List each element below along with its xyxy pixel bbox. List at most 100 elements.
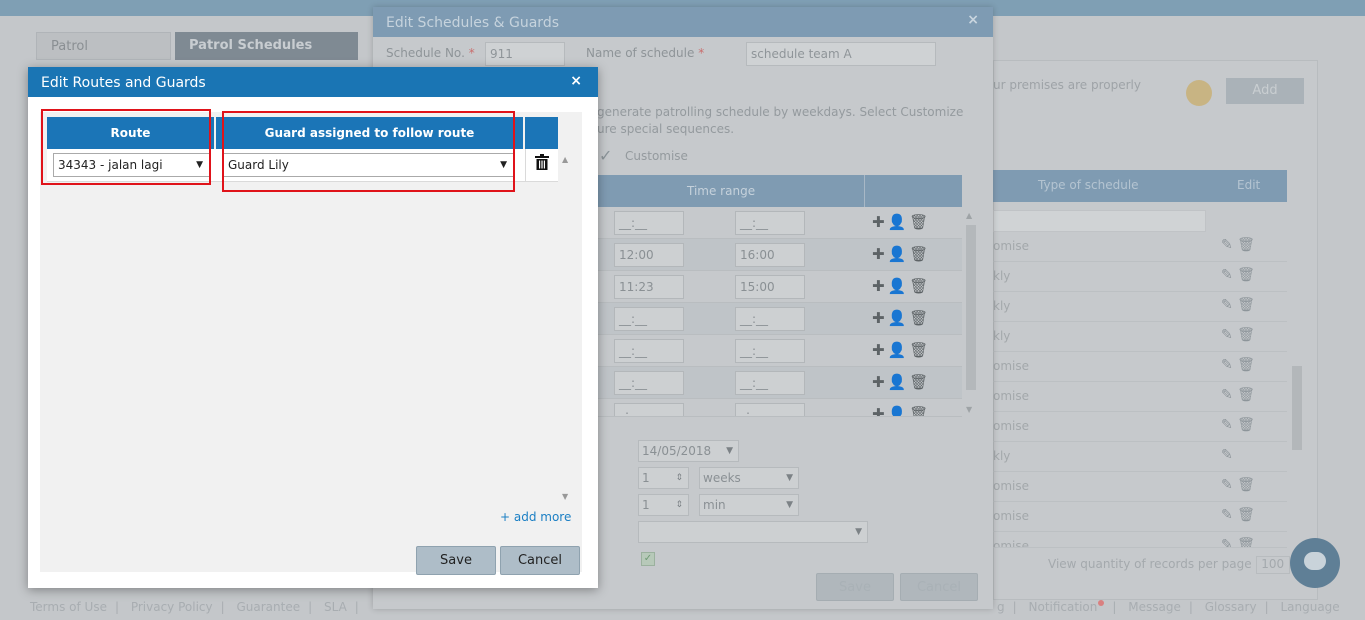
row-actions-icons[interactable]: ✚👤🗑: [872, 213, 931, 231]
schedules-table-header: Type of schedule Edit: [993, 170, 1287, 202]
add-more-link[interactable]: + add more: [500, 510, 571, 524]
table-scrollbar[interactable]: [1292, 240, 1302, 540]
pencil-icon[interactable]: ✎ 🗑: [1221, 387, 1255, 403]
scroll-down-icon[interactable]: ▼: [562, 492, 568, 501]
footer-link-sla[interactable]: SLA: [324, 600, 347, 614]
table-row[interactable]: omise ✎ 🗑: [993, 382, 1287, 412]
schedule-save-button[interactable]: Save: [816, 573, 894, 601]
interval-stepper[interactable]: 1 ⇕: [638, 494, 689, 516]
edit-routes-modal: Edit Routes and Guards × Route Guard ass…: [28, 67, 598, 588]
edit-routes-title: Edit Routes and Guards: [28, 67, 598, 97]
row-actions-icons[interactable]: ✚👤🗑: [872, 309, 931, 327]
time-from-input[interactable]: __:__: [614, 371, 684, 395]
info-icon[interactable]: [1186, 80, 1212, 106]
table-row[interactable]: kly ✎ 🗑: [993, 262, 1287, 292]
enabled-checkbox[interactable]: ✓: [641, 552, 655, 566]
trash-icon[interactable]: [525, 149, 558, 182]
extra-select[interactable]: ▼: [638, 521, 868, 543]
time-to-input[interactable]: __:__: [735, 371, 805, 395]
footer-link-notification[interactable]: Notification: [1029, 600, 1098, 614]
row-actions-icons[interactable]: ✚👤🗑: [872, 373, 931, 391]
footer-link-message[interactable]: Message: [1128, 600, 1181, 614]
records-per-page-select[interactable]: 100: [1255, 556, 1290, 574]
schedule-no-label: Schedule No. *: [386, 46, 475, 60]
tab-patrol-schedules[interactable]: Patrol Schedules: [36, 32, 171, 82]
schedule-no-field[interactable]: 911: [485, 42, 565, 66]
row-actions-icons[interactable]: ✚👤🗑: [872, 277, 931, 295]
footer-link-glossary[interactable]: Glossary: [1205, 600, 1257, 614]
add-button[interactable]: Add: [1226, 78, 1304, 104]
pencil-icon[interactable]: ✎ 🗑: [1221, 417, 1255, 433]
save-button[interactable]: Save: [416, 546, 496, 575]
table-row[interactable]: kly ✎ 🗑: [993, 292, 1287, 322]
table-row[interactable]: kly ✎: [993, 442, 1287, 472]
check-icon[interactable]: ✓: [599, 146, 612, 165]
time-to-input[interactable]: _:_: [735, 403, 805, 416]
start-date-select[interactable]: 14/05/2018 ▼: [638, 440, 739, 462]
time-from-input[interactable]: _:_: [614, 403, 684, 416]
table-row[interactable]: omise ✎ 🗑: [993, 232, 1287, 262]
footer-link-privacy[interactable]: Privacy Policy: [131, 600, 213, 614]
customise-label: Customise: [625, 149, 688, 163]
dropdown-arrow-icon: ▼: [786, 473, 793, 483]
pencil-icon[interactable]: ✎ 🗑: [1221, 357, 1255, 373]
table-row[interactable]: omise ✎ 🗑: [993, 472, 1287, 502]
time-row: __:__ __:__ ✚👤🗑: [597, 303, 962, 335]
chat-icon[interactable]: [1290, 538, 1340, 588]
table-row[interactable]: omise ✎ 🗑: [993, 502, 1287, 532]
cancel-button[interactable]: Cancel: [500, 546, 580, 575]
pencil-icon[interactable]: ✎ 🗑: [1221, 507, 1255, 523]
row-actions-icons[interactable]: ✚👤🗑: [872, 405, 931, 416]
repeat-unit-select[interactable]: weeks ▼: [699, 467, 799, 489]
time-row: 12:00 16:00 ✚👤🗑: [597, 239, 962, 271]
pencil-icon[interactable]: ✎ 🗑: [1221, 237, 1255, 253]
time-from-input[interactable]: __:__: [614, 211, 684, 235]
route-row: 34343 - jalan lagi ▼ Guard Lily ▼: [47, 149, 558, 182]
time-to-input[interactable]: 15:00: [735, 275, 805, 299]
footer-link-language[interactable]: Language: [1280, 600, 1339, 614]
table-row[interactable]: kly ✎ 🗑: [993, 322, 1287, 352]
guard-select[interactable]: Guard Lily ▼: [223, 153, 514, 177]
schedule-cancel-button[interactable]: Cancel: [900, 573, 978, 601]
pencil-icon[interactable]: ✎ 🗑: [1221, 477, 1255, 493]
time-from-input[interactable]: 12:00: [614, 243, 684, 267]
time-from-input[interactable]: 11:23: [614, 275, 684, 299]
table-row[interactable]: omise ✎ 🗑: [993, 352, 1287, 382]
pencil-icon[interactable]: ✎ 🗑: [1221, 537, 1255, 547]
edit-schedules-title: Edit Schedules & Guards: [373, 7, 993, 37]
footer-link-terms[interactable]: Terms of Use: [30, 600, 107, 614]
time-from-input[interactable]: __:__: [614, 339, 684, 363]
schedule-name-field[interactable]: schedule team A: [746, 42, 936, 66]
footer-link-log[interactable]: g: [997, 600, 1005, 614]
time-row: 11:23 15:00 ✚👤🗑: [597, 271, 962, 303]
row-actions-icons[interactable]: ✚👤🗑: [872, 245, 931, 263]
close-icon[interactable]: ×: [967, 12, 979, 28]
pencil-icon[interactable]: ✎: [1221, 447, 1233, 463]
row-actions-icons[interactable]: ✚👤🗑: [872, 341, 931, 359]
filter-input[interactable]: [993, 210, 1206, 232]
footer-links-right: g | Notification | Message | Glossary | Lang…: [997, 600, 1340, 614]
scroll-up-icon[interactable]: ▲: [562, 155, 568, 164]
dropdown-arrow-icon: ▼: [726, 446, 733, 456]
route-select[interactable]: 34343 - jalan lagi ▼: [53, 153, 210, 177]
interval-unit-select[interactable]: min ▼: [699, 494, 799, 516]
records-per-page: View quantity of records per page 100: [1048, 556, 1290, 574]
dropdown-arrow-icon: ▼: [500, 160, 507, 170]
pencil-icon[interactable]: ✎ 🗑: [1221, 297, 1255, 313]
time-to-input[interactable]: 16:00: [735, 243, 805, 267]
footer-link-guarantee[interactable]: Guarantee: [236, 600, 300, 614]
time-table-scrollbar[interactable]: ▲ ▼: [965, 211, 977, 415]
tab-patrol-schedules-details[interactable]: Patrol Schedules Details: [175, 32, 358, 81]
pencil-icon[interactable]: ✎ 🗑: [1221, 327, 1255, 343]
table-row[interactable]: omise ✎ 🗑: [993, 412, 1287, 442]
time-to-input[interactable]: __:__: [735, 339, 805, 363]
dropdown-arrow-icon: ▼: [855, 527, 862, 537]
close-icon[interactable]: ×: [570, 73, 582, 89]
repeat-stepper[interactable]: 1 ⇕: [638, 467, 689, 489]
time-row: __:__ __:__ ✚👤🗑: [597, 335, 962, 367]
time-to-input[interactable]: __:__: [735, 211, 805, 235]
table-row[interactable]: omise ✎ 🗑: [993, 532, 1287, 548]
time-from-input[interactable]: __:__: [614, 307, 684, 331]
time-to-input[interactable]: __:__: [735, 307, 805, 331]
pencil-icon[interactable]: ✎ 🗑: [1221, 267, 1255, 283]
